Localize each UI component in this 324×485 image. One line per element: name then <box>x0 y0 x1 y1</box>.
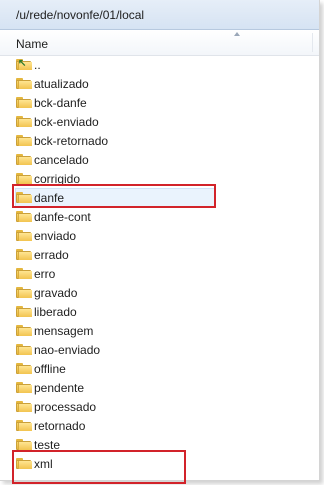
file-label: offline <box>34 362 66 376</box>
folder-icon <box>16 381 32 393</box>
file-row-enviado[interactable]: enviado <box>0 226 319 245</box>
folder-icon <box>16 457 32 469</box>
file-label: mensagem <box>34 324 94 338</box>
file-list: ↖.. atualizado bck-danfe bck-enviado bck-ret… <box>0 55 319 473</box>
file-label: teste <box>34 438 61 452</box>
folder-icon <box>16 172 32 184</box>
file-label: cancelado <box>34 153 89 167</box>
file-row-bck-danfe[interactable]: bck-danfe <box>0 93 319 112</box>
folder-icon <box>16 305 32 317</box>
file-row-mensagem[interactable]: mensagem <box>0 321 319 340</box>
file-label: corrigido <box>34 172 81 186</box>
folder-icon <box>16 438 32 450</box>
file-label: processado <box>34 400 97 414</box>
file-label: pendente <box>34 381 85 395</box>
folder-icon <box>16 286 32 298</box>
column-header-label: Name <box>16 37 49 51</box>
sort-ascending-icon <box>234 32 240 36</box>
path-bar[interactable]: /u/rede/novonfe/01/local <box>0 0 319 30</box>
file-label: nao-enviado <box>34 343 101 357</box>
folder-icon <box>16 267 32 279</box>
column-header-name[interactable]: Name <box>0 30 319 56</box>
file-label: atualizado <box>34 77 89 91</box>
file-row-liberado[interactable]: liberado <box>0 302 319 321</box>
folder-icon <box>16 191 32 203</box>
file-row-offline[interactable]: offline <box>0 359 319 378</box>
file-row-parent[interactable]: ↖.. <box>0 55 319 74</box>
file-row-retornado[interactable]: retornado <box>0 416 319 435</box>
file-label: erro <box>34 267 56 281</box>
folder-icon <box>16 210 32 222</box>
parent-folder-icon: ↖ <box>16 58 32 70</box>
file-label: liberado <box>34 305 77 319</box>
file-label: enviado <box>34 229 77 243</box>
file-row-erro[interactable]: erro <box>0 264 319 283</box>
file-label: errado <box>34 248 69 262</box>
file-row-nao-enviado[interactable]: nao-enviado <box>0 340 319 359</box>
file-label: danfe <box>34 191 65 205</box>
file-row-pendente[interactable]: pendente <box>0 378 319 397</box>
file-row-teste[interactable]: teste <box>0 435 319 454</box>
folder-icon <box>16 343 32 355</box>
folder-icon <box>16 134 32 146</box>
file-row-errado[interactable]: errado <box>0 245 319 264</box>
file-label: bck-retornado <box>34 134 109 148</box>
file-label: gravado <box>34 286 78 300</box>
file-label: bck-danfe <box>34 96 87 110</box>
folder-icon <box>16 96 32 108</box>
file-browser-panel: /u/rede/novonfe/01/local Name ↖.. atualiz… <box>0 0 320 481</box>
folder-icon <box>16 115 32 127</box>
folder-icon <box>16 324 32 336</box>
folder-icon <box>16 77 32 89</box>
file-row-danfe[interactable]: danfe <box>0 188 319 207</box>
column-separator <box>312 33 313 52</box>
folder-icon <box>16 362 32 374</box>
file-row-gravado[interactable]: gravado <box>0 283 319 302</box>
file-row-atualizado[interactable]: atualizado <box>0 74 319 93</box>
file-row-danfe-cont[interactable]: danfe-cont <box>0 207 319 226</box>
file-row-cancelado[interactable]: cancelado <box>0 150 319 169</box>
file-label: bck-enviado <box>34 115 99 129</box>
file-row-bck-retornado[interactable]: bck-retornado <box>0 131 319 150</box>
file-label: .. <box>34 58 41 72</box>
file-row-bck-enviado[interactable]: bck-enviado <box>0 112 319 131</box>
file-label: retornado <box>34 419 86 433</box>
file-label: xml <box>34 457 53 471</box>
file-row-corrigido[interactable]: corrigido <box>0 169 319 188</box>
folder-icon <box>16 248 32 260</box>
file-label: danfe-cont <box>34 210 91 224</box>
folder-icon <box>16 153 32 165</box>
path-text: /u/rede/novonfe/01/local <box>16 8 145 22</box>
folder-icon <box>16 229 32 241</box>
file-row-xml[interactable]: xml <box>0 454 319 473</box>
file-row-processado[interactable]: processado <box>0 397 319 416</box>
folder-icon <box>16 400 32 412</box>
folder-icon <box>16 419 32 431</box>
